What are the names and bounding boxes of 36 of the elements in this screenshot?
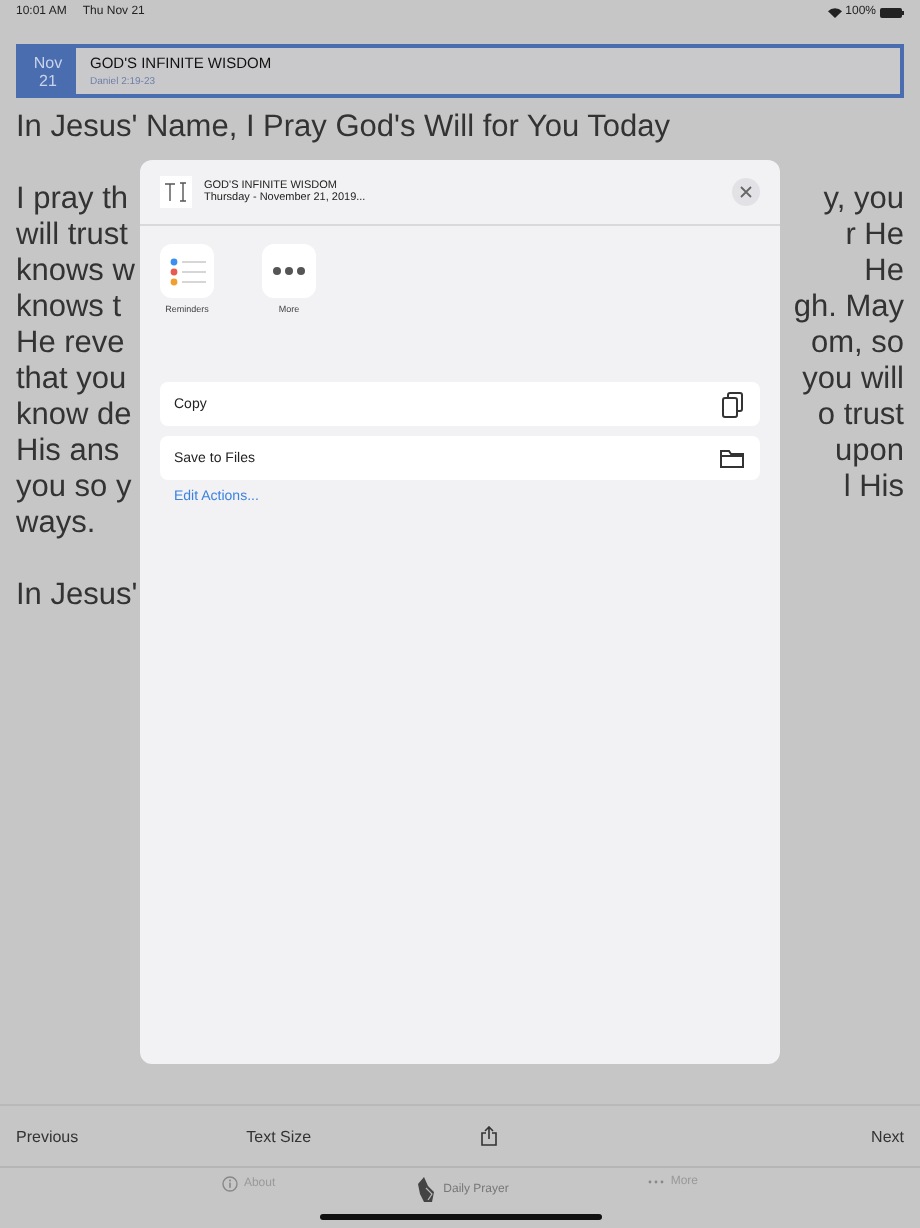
ellipsis-icon: [272, 266, 306, 276]
folder-icon: [720, 448, 744, 468]
prayer-text: He: [864, 254, 904, 290]
previous-button[interactable]: Previous: [16, 1127, 79, 1145]
prayer-text: know de: [16, 398, 132, 434]
share-button[interactable]: [479, 1126, 498, 1146]
prayer-text: In Jesus': [16, 578, 138, 614]
battery-icon: [880, 7, 904, 17]
prayer-text: He reve: [16, 326, 125, 362]
prayer-text: ways.: [16, 506, 96, 542]
prayer-text: that you: [16, 362, 127, 398]
prayer-text: you will: [802, 362, 904, 398]
prayer-text: I pray th: [16, 182, 128, 218]
prayer-text: r He: [845, 218, 904, 254]
copy-icon: [722, 391, 744, 417]
prayer-text: gh. May: [793, 290, 904, 326]
text-size-button[interactable]: Text Size: [246, 1127, 312, 1145]
prayer-text: om, so: [810, 326, 904, 362]
text-cursor-icon: [164, 182, 188, 202]
date-badge: Nov 21: [20, 48, 76, 94]
prayer-text: knows t: [16, 290, 122, 326]
info-icon: [221, 1176, 238, 1192]
prayer-heading: In Jesus' Name, I Pray God's Will for You Today: [16, 110, 672, 146]
close-button[interactable]: [732, 178, 760, 206]
prayer-text: will trust: [16, 218, 128, 254]
reminders-icon: [167, 255, 207, 287]
prayer-text: you so y: [16, 470, 132, 506]
prayer-text: y, you: [823, 182, 904, 218]
prayer-text: knows w: [16, 254, 135, 290]
wifi-icon: [827, 7, 842, 17]
close-icon: [740, 186, 752, 198]
prayer-text: l His: [843, 470, 904, 506]
prayer-text: o trust: [817, 398, 904, 434]
prayer-text: His ans: [16, 434, 120, 470]
prayer-text: upon: [835, 434, 904, 470]
next-button[interactable]: Next: [871, 1127, 904, 1145]
